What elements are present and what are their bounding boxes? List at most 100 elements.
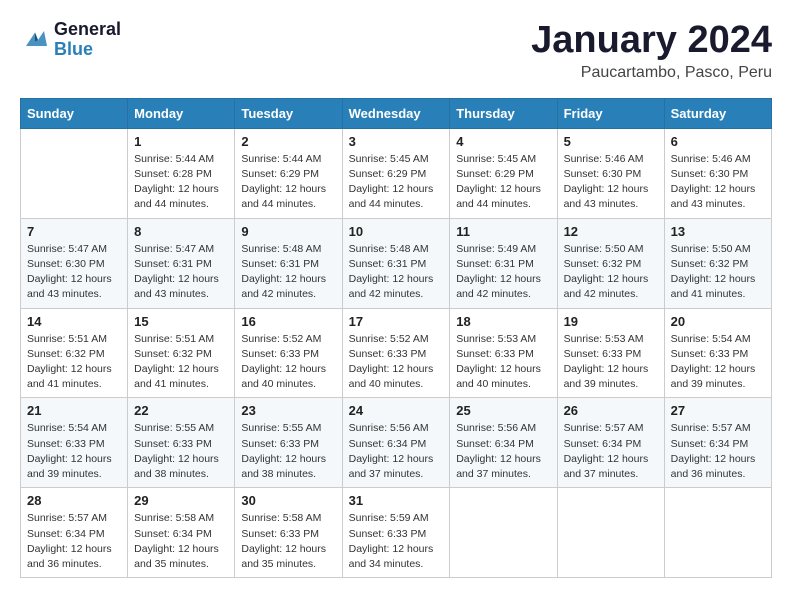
day-number: 13 (671, 224, 765, 239)
day-info: Sunrise: 5:44 AM Sunset: 6:28 PM Dayligh… (134, 152, 228, 213)
day-info: Sunrise: 5:50 AM Sunset: 6:32 PM Dayligh… (564, 242, 658, 303)
day-number: 15 (134, 314, 228, 329)
calendar-cell: 10 Sunrise: 5:48 AM Sunset: 6:31 PM Dayli… (342, 218, 450, 308)
day-info: Sunrise: 5:56 AM Sunset: 6:34 PM Dayligh… (349, 421, 444, 482)
page-header: General Blue January 2024 Paucartambo, P… (20, 20, 772, 82)
day-info: Sunrise: 5:46 AM Sunset: 6:30 PM Dayligh… (564, 152, 658, 213)
calendar-cell: 18 Sunrise: 5:53 AM Sunset: 6:33 PM Dayli… (450, 308, 557, 398)
day-number: 19 (564, 314, 658, 329)
calendar-cell: 27Sunrise: 5:57 AM Sunset: 6:34 PM Dayli… (664, 398, 771, 488)
day-info: Sunrise: 5:59 AM Sunset: 6:33 PM Dayligh… (349, 511, 444, 572)
calendar-cell: 21 Sunrise: 5:54 AM Sunset: 6:33 PM Dayli… (21, 398, 128, 488)
calendar-cell: 3 Sunrise: 5:45 AM Sunset: 6:29 PM Daylig… (342, 128, 450, 218)
day-number: 3 (349, 134, 444, 149)
day-info: Sunrise: 5:54 AM Sunset: 6:33 PM Dayligh… (671, 332, 765, 393)
calendar-cell: 29Sunrise: 5:58 AM Sunset: 6:34 PM Dayli… (128, 488, 235, 578)
day-info: Sunrise: 5:50 AM Sunset: 6:32 PM Dayligh… (671, 242, 765, 303)
day-number: 2 (241, 134, 335, 149)
day-number: 7 (27, 224, 121, 239)
day-info: Sunrise: 5:52 AM Sunset: 6:33 PM Dayligh… (241, 332, 335, 393)
day-number: 31 (349, 493, 444, 508)
calendar-cell (21, 128, 128, 218)
calendar-cell (450, 488, 557, 578)
day-info: Sunrise: 5:51 AM Sunset: 6:32 PM Dayligh… (27, 332, 121, 393)
day-info: Sunrise: 5:56 AM Sunset: 6:34 PM Dayligh… (456, 421, 550, 482)
calendar-cell: 14 Sunrise: 5:51 AM Sunset: 6:32 PM Dayli… (21, 308, 128, 398)
day-number: 20 (671, 314, 765, 329)
calendar-header-row: SundayMondayTuesdayWednesdayThursdayFrid… (21, 98, 772, 128)
day-info: Sunrise: 5:58 AM Sunset: 6:34 PM Dayligh… (134, 511, 228, 572)
day-number: 11 (456, 224, 550, 239)
day-info: Sunrise: 5:54 AM Sunset: 6:33 PM Dayligh… (27, 421, 121, 482)
calendar-cell: 4 Sunrise: 5:45 AM Sunset: 6:29 PM Daylig… (450, 128, 557, 218)
day-number: 30 (241, 493, 335, 508)
day-number: 16 (241, 314, 335, 329)
day-info: Sunrise: 5:47 AM Sunset: 6:30 PM Dayligh… (27, 242, 121, 303)
day-number: 23 (241, 403, 335, 418)
day-number: 5 (564, 134, 658, 149)
calendar-cell: 26 Sunrise: 5:57 AM Sunset: 6:34 PM Dayli… (557, 398, 664, 488)
calendar-cell: 24Sunrise: 5:56 AM Sunset: 6:34 PM Dayli… (342, 398, 450, 488)
day-info: Sunrise: 5:44 AM Sunset: 6:29 PM Dayligh… (241, 152, 335, 213)
day-info: Sunrise: 5:53 AM Sunset: 6:33 PM Dayligh… (456, 332, 550, 393)
day-header-friday: Friday (557, 98, 664, 128)
calendar-cell: 9 Sunrise: 5:48 AM Sunset: 6:31 PM Daylig… (235, 218, 342, 308)
day-number: 18 (456, 314, 550, 329)
calendar-cell: 8 Sunrise: 5:47 AM Sunset: 6:31 PM Daylig… (128, 218, 235, 308)
calendar-cell: 6 Sunrise: 5:46 AM Sunset: 6:30 PM Daylig… (664, 128, 771, 218)
calendar-week-5: 28 Sunrise: 5:57 AM Sunset: 6:34 PM Dayli… (21, 488, 772, 578)
day-info: Sunrise: 5:48 AM Sunset: 6:31 PM Dayligh… (349, 242, 444, 303)
day-info: Sunrise: 5:57 AM Sunset: 6:34 PM Dayligh… (27, 511, 121, 572)
day-number: 1 (134, 134, 228, 149)
calendar-title: January 2024 (531, 20, 772, 62)
day-number: 22 (134, 403, 228, 418)
day-number: 28 (27, 493, 121, 508)
day-info: Sunrise: 5:51 AM Sunset: 6:32 PM Dayligh… (134, 332, 228, 393)
day-info: Sunrise: 5:45 AM Sunset: 6:29 PM Dayligh… (456, 152, 550, 213)
calendar-cell: 15 Sunrise: 5:51 AM Sunset: 6:32 PM Dayli… (128, 308, 235, 398)
calendar-cell: 11 Sunrise: 5:49 AM Sunset: 6:31 PM Dayli… (450, 218, 557, 308)
logo-line2: Blue (54, 40, 121, 60)
calendar-cell: 5 Sunrise: 5:46 AM Sunset: 6:30 PM Daylig… (557, 128, 664, 218)
calendar-cell: 19 Sunrise: 5:53 AM Sunset: 6:33 PM Dayli… (557, 308, 664, 398)
day-number: 21 (27, 403, 121, 418)
day-info: Sunrise: 5:49 AM Sunset: 6:31 PM Dayligh… (456, 242, 550, 303)
day-header-sunday: Sunday (21, 98, 128, 128)
day-info: Sunrise: 5:58 AM Sunset: 6:33 PM Dayligh… (241, 511, 335, 572)
day-number: 9 (241, 224, 335, 239)
day-number: 4 (456, 134, 550, 149)
calendar-cell: 20 Sunrise: 5:54 AM Sunset: 6:33 PM Dayli… (664, 308, 771, 398)
calendar-cell (557, 488, 664, 578)
day-info: Sunrise: 5:53 AM Sunset: 6:33 PM Dayligh… (564, 332, 658, 393)
day-info: Sunrise: 5:46 AM Sunset: 6:30 PM Dayligh… (671, 152, 765, 213)
calendar-week-3: 14 Sunrise: 5:51 AM Sunset: 6:32 PM Dayli… (21, 308, 772, 398)
day-info: Sunrise: 5:47 AM Sunset: 6:31 PM Dayligh… (134, 242, 228, 303)
day-number: 25 (456, 403, 550, 418)
logo-line1: General (54, 20, 121, 40)
calendar-week-1: 1 Sunrise: 5:44 AM Sunset: 6:28 PM Daylig… (21, 128, 772, 218)
day-number: 17 (349, 314, 444, 329)
day-number: 26 (564, 403, 658, 418)
calendar-cell (664, 488, 771, 578)
calendar-cell: 2 Sunrise: 5:44 AM Sunset: 6:29 PM Daylig… (235, 128, 342, 218)
day-header-wednesday: Wednesday (342, 98, 450, 128)
day-header-saturday: Saturday (664, 98, 771, 128)
calendar-subtitle: Paucartambo, Pasco, Peru (531, 64, 772, 82)
calendar-cell: 17Sunrise: 5:52 AM Sunset: 6:33 PM Dayli… (342, 308, 450, 398)
calendar-cell: 16 Sunrise: 5:52 AM Sunset: 6:33 PM Dayli… (235, 308, 342, 398)
calendar-cell: 25 Sunrise: 5:56 AM Sunset: 6:34 PM Dayli… (450, 398, 557, 488)
day-info: Sunrise: 5:57 AM Sunset: 6:34 PM Dayligh… (564, 421, 658, 482)
day-info: Sunrise: 5:45 AM Sunset: 6:29 PM Dayligh… (349, 152, 444, 213)
calendar-cell: 30 Sunrise: 5:58 AM Sunset: 6:33 PM Dayli… (235, 488, 342, 578)
day-number: 10 (349, 224, 444, 239)
calendar-cell: 13 Sunrise: 5:50 AM Sunset: 6:32 PM Dayli… (664, 218, 771, 308)
calendar-cell: 12Sunrise: 5:50 AM Sunset: 6:32 PM Dayli… (557, 218, 664, 308)
day-number: 6 (671, 134, 765, 149)
day-number: 8 (134, 224, 228, 239)
day-info: Sunrise: 5:48 AM Sunset: 6:31 PM Dayligh… (241, 242, 335, 303)
day-number: 14 (27, 314, 121, 329)
day-info: Sunrise: 5:55 AM Sunset: 6:33 PM Dayligh… (241, 421, 335, 482)
calendar-cell: 22Sunrise: 5:55 AM Sunset: 6:33 PM Dayli… (128, 398, 235, 488)
day-header-tuesday: Tuesday (235, 98, 342, 128)
title-section: January 2024 Paucartambo, Pasco, Peru (531, 20, 772, 82)
